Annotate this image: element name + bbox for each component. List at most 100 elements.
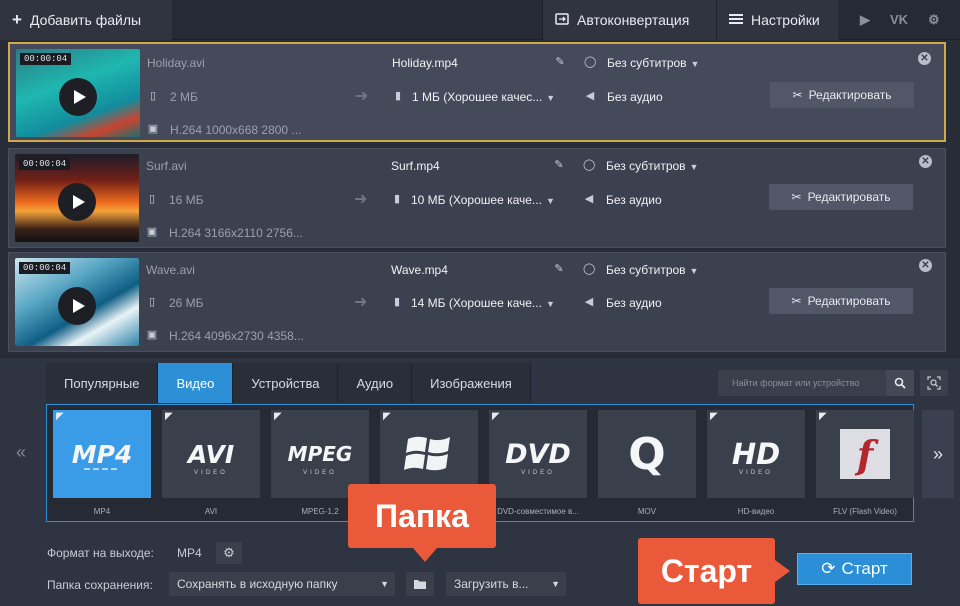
menu-icon bbox=[729, 12, 743, 28]
video-thumbnail[interactable]: 00:00:04 bbox=[15, 154, 139, 242]
video-codec-icon: ▣ bbox=[147, 123, 159, 135]
format-label: AVI bbox=[204, 507, 218, 516]
edit-button[interactable]: ✂ Редактировать bbox=[770, 82, 914, 108]
close-icon[interactable]: ✕ bbox=[919, 259, 932, 272]
output-size-dropdown[interactable]: 1 МБ (Хорошее качес... ▼ bbox=[412, 90, 555, 104]
format-settings-button[interactable]: ⚙ bbox=[216, 542, 242, 564]
corner-mark-icon: ◤ bbox=[274, 411, 282, 422]
vk-icon[interactable]: VK bbox=[890, 12, 908, 27]
caret-down-icon: ▼ bbox=[545, 196, 555, 206]
tab-video[interactable]: Видео bbox=[158, 363, 234, 403]
subtitles-dropdown[interactable]: Без субтитров ▼ bbox=[606, 159, 698, 173]
format-search-input[interactable]: Найти формат или устройство bbox=[718, 370, 886, 396]
start-button[interactable]: ⟳ Старт bbox=[797, 553, 912, 585]
file-icon: ▮ bbox=[393, 296, 401, 308]
pencil-icon[interactable]: ✎ bbox=[554, 56, 566, 68]
video-caption: VIDEO bbox=[521, 470, 555, 476]
scissors-icon: ✂ bbox=[791, 294, 802, 308]
play-button[interactable] bbox=[59, 78, 97, 116]
mpeg-logo: MPEG bbox=[287, 442, 353, 466]
scissors-icon: ✂ bbox=[792, 88, 803, 102]
search-button[interactable] bbox=[886, 370, 914, 396]
output-filename[interactable]: Holiday.mp4 bbox=[392, 56, 458, 70]
browse-folder-button[interactable] bbox=[406, 572, 434, 596]
formats-next-button[interactable]: » bbox=[922, 410, 954, 498]
file-icon: ▯ bbox=[149, 90, 157, 102]
file-row[interactable]: 00:00:04 Holiday.avi ▯ 2 МБ ▣ H.264 1000… bbox=[8, 42, 946, 142]
subtitles-dropdown[interactable]: Без субтитров ▼ bbox=[607, 56, 699, 70]
corner-mark-icon: ◤ bbox=[492, 411, 500, 422]
subtitles-value: Без субтитров bbox=[607, 56, 687, 70]
upload-to-dropdown[interactable]: Загрузить в... ▼ bbox=[446, 572, 566, 596]
subtitles-dropdown[interactable]: Без субтитров ▼ bbox=[606, 263, 698, 277]
subtitles-icon: ◯ bbox=[583, 263, 596, 275]
play-icon bbox=[72, 195, 85, 209]
video-thumbnail[interactable]: 00:00:04 bbox=[15, 258, 139, 346]
arrow-right-icon: ➜ bbox=[355, 88, 369, 105]
folder-callout: Папка bbox=[348, 484, 496, 562]
save-folder-label: Папка сохранения: bbox=[47, 578, 153, 592]
source-size: 16 МБ bbox=[169, 193, 204, 207]
odnoklassniki-icon[interactable]: ⚙ bbox=[928, 12, 940, 28]
source-filename: Surf.avi bbox=[146, 159, 187, 173]
tab-audio[interactable]: Аудио bbox=[338, 363, 413, 403]
format-card-avi[interactable]: ◤ AVI VIDEO bbox=[162, 410, 260, 498]
file-row[interactable]: 00:00:04 Wave.avi ▯ 26 МБ ▣ H.264 4096x2… bbox=[8, 252, 946, 352]
audio-value[interactable]: Без аудио bbox=[606, 193, 662, 207]
pencil-icon[interactable]: ✎ bbox=[553, 263, 565, 275]
output-size-dropdown[interactable]: 14 МБ (Хорошее каче... ▼ bbox=[411, 296, 555, 310]
source-size: 26 МБ bbox=[169, 296, 204, 310]
autoconvert-label: Автоконвертация bbox=[577, 12, 690, 28]
settings-label: Настройки bbox=[751, 12, 820, 28]
play-button[interactable] bbox=[58, 287, 96, 325]
format-card-mp4[interactable]: ◤ MP4 ▬▬▬▬ bbox=[53, 410, 151, 498]
play-button[interactable] bbox=[58, 183, 96, 221]
corner-mark-icon: ◤ bbox=[165, 411, 173, 422]
format-tabs: Популярные Видео Устройства Аудио Изобра… bbox=[46, 363, 531, 403]
youtube-icon[interactable]: ▶ bbox=[860, 12, 870, 28]
edit-button[interactable]: ✂ Редактировать bbox=[769, 184, 913, 210]
format-card-dvd[interactable]: ◤ DVD VIDEO bbox=[489, 410, 587, 498]
close-icon[interactable]: ✕ bbox=[919, 155, 932, 168]
edit-label: Редактировать bbox=[807, 190, 891, 204]
video-caption: VIDEO bbox=[739, 470, 773, 476]
play-icon bbox=[72, 299, 85, 313]
detect-device-button[interactable] bbox=[920, 370, 948, 396]
close-icon[interactable]: ✕ bbox=[918, 52, 931, 65]
audio-value[interactable]: Без аудио bbox=[606, 296, 662, 310]
top-toolbar: + Добавить файлы Автоконвертация Настрой… bbox=[0, 0, 960, 40]
format-card-mov[interactable]: Q bbox=[598, 410, 696, 498]
autoconvert-button[interactable]: Автоконвертация bbox=[542, 0, 716, 40]
save-folder-dropdown[interactable]: Сохранять в исходную папку ▼ bbox=[169, 572, 395, 596]
file-row[interactable]: 00:00:04 Surf.avi ▯ 16 МБ ▣ H.264 3166x2… bbox=[8, 148, 946, 248]
tab-images[interactable]: Изображения bbox=[412, 363, 531, 403]
tab-devices[interactable]: Устройства bbox=[233, 363, 339, 403]
format-card-flv[interactable]: ◤ f bbox=[816, 410, 914, 498]
add-files-label: Добавить файлы bbox=[29, 12, 142, 28]
duration-badge: 00:00:04 bbox=[20, 53, 72, 65]
output-filename[interactable]: Wave.mp4 bbox=[391, 263, 448, 277]
output-format-value: MP4 bbox=[177, 546, 202, 560]
tab-popular[interactable]: Популярные bbox=[46, 363, 159, 403]
settings-button[interactable]: Настройки bbox=[716, 0, 838, 40]
add-files-button[interactable]: + Добавить файлы bbox=[0, 0, 172, 40]
flash-logo-bg: f bbox=[840, 429, 890, 479]
corner-mark-icon: ◤ bbox=[710, 411, 718, 422]
subtitles-icon: ◯ bbox=[583, 159, 596, 171]
output-size-dropdown[interactable]: 10 МБ (Хорошее каче... ▼ bbox=[411, 193, 555, 207]
file-list: 00:00:04 Holiday.avi ▯ 2 МБ ▣ H.264 1000… bbox=[0, 40, 960, 358]
source-filename: Wave.avi bbox=[146, 263, 195, 277]
output-format-label: Формат на выходе: bbox=[47, 546, 154, 560]
audio-value[interactable]: Без аудио bbox=[607, 90, 663, 104]
formats-prev-button[interactable]: « bbox=[6, 406, 36, 498]
caret-down-icon: ▼ bbox=[690, 59, 700, 69]
output-filename[interactable]: Surf.mp4 bbox=[391, 159, 440, 173]
pencil-icon[interactable]: ✎ bbox=[553, 159, 565, 171]
audio-icon: ◀ bbox=[584, 193, 594, 205]
caret-down-icon: ▼ bbox=[551, 579, 560, 589]
mp4-logo: MP4 bbox=[71, 439, 133, 469]
video-thumbnail[interactable]: 00:00:04 bbox=[16, 49, 140, 137]
video-codec-icon: ▣ bbox=[146, 226, 158, 238]
edit-button[interactable]: ✂ Редактировать bbox=[769, 288, 913, 314]
format-card-hd[interactable]: ◤ HD VIDEO bbox=[707, 410, 805, 498]
